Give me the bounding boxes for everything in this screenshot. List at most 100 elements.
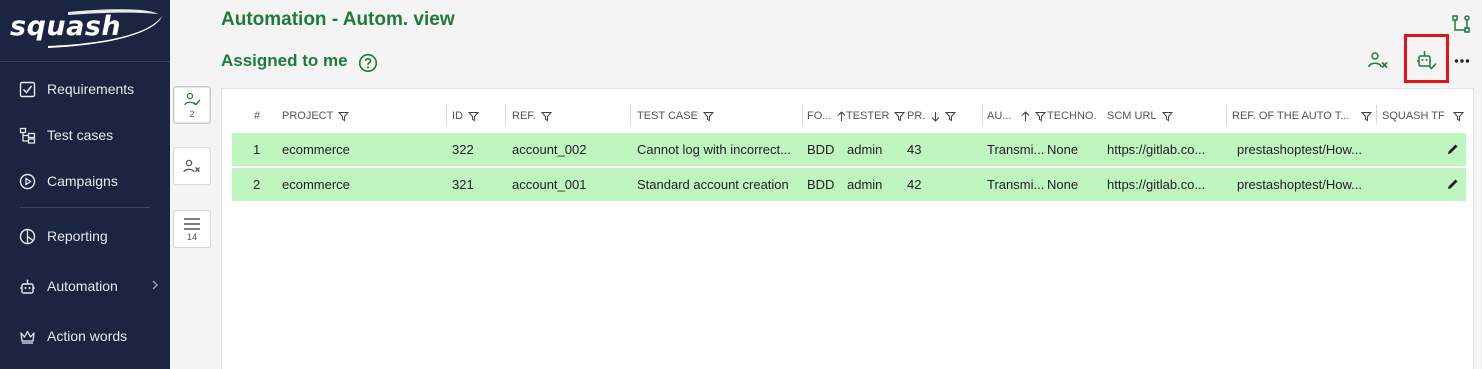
cell-id: 321 (452, 177, 474, 192)
sort-down-icon[interactable] (931, 111, 940, 122)
filter-icon[interactable] (338, 111, 350, 122)
filter-icon[interactable] (468, 111, 479, 122)
column-resizer[interactable] (505, 105, 506, 125)
unassign-button[interactable] (1366, 49, 1390, 73)
cell-scm-url: https://gitlab.co... (1107, 142, 1206, 157)
filter-icon[interactable] (1035, 111, 1047, 122)
squash-logo[interactable]: squash (8, 6, 162, 50)
user-check-icon (184, 92, 201, 106)
cell-automation-status: Transmi... (987, 177, 1045, 192)
col-header-format[interactable]: FO... (807, 109, 831, 123)
requirements-icon (17, 79, 37, 99)
sort-up-icon[interactable] (837, 110, 846, 122)
global-list-view-button[interactable]: 14 (173, 210, 211, 248)
cell-id: 322 (452, 142, 474, 157)
view-switcher: 2 14 (170, 0, 220, 369)
cell-ref: account_002 (512, 142, 587, 157)
user-x-icon (1368, 52, 1388, 69)
filter-icon[interactable] (945, 111, 957, 122)
sidebar-item-reporting[interactable]: Reporting (0, 218, 170, 254)
edit-icon[interactable] (1446, 142, 1460, 156)
col-header-tester[interactable]: TESTER (837, 109, 906, 123)
section-title: Assigned to me (221, 51, 348, 70)
campaigns-icon (17, 171, 37, 191)
sidebar-item-requirements[interactable]: Requirements (0, 71, 170, 107)
col-header-id[interactable]: ID (452, 109, 479, 123)
filter-icon[interactable] (540, 111, 552, 122)
user-x-icon (183, 159, 200, 173)
sidebar-item-test-cases[interactable]: Test cases (0, 117, 170, 153)
col-header-scm-url[interactable]: SCM URL (1107, 109, 1173, 123)
list-icon (184, 217, 200, 230)
crown-icon (17, 326, 37, 346)
chevron-right-icon (152, 280, 158, 290)
sort-up-icon[interactable] (1021, 110, 1030, 122)
sidebar-item-action-words[interactable]: Action words (0, 318, 170, 354)
col-header-squash-tf[interactable]: SQUASH TF (1382, 109, 1464, 123)
sidebar-item-label: Test cases (47, 127, 114, 143)
cell-scm-url: https://gitlab.co... (1107, 177, 1206, 192)
highlight-box (1404, 34, 1449, 83)
filter-icon[interactable] (1161, 111, 1173, 122)
cell-techno: None (1047, 177, 1079, 192)
cell-techno: None (1047, 142, 1079, 157)
sidebar-item-label: Automation (47, 278, 118, 294)
sidebar-item-label: Requirements (47, 81, 135, 97)
sidebar-item-automation[interactable]: Automation (0, 268, 170, 304)
edit-icon[interactable] (1446, 177, 1460, 191)
help-icon[interactable] (358, 53, 378, 73)
more-options-button[interactable] (1450, 49, 1474, 73)
logo-text: squash (10, 11, 122, 42)
assigned-count: 2 (189, 108, 195, 119)
column-resizer[interactable] (446, 105, 447, 125)
table-row[interactable]: 2 ecommerce 321 account_001 Standard acc… (232, 168, 1466, 201)
sidebar-item-label: Reporting (47, 228, 108, 244)
cell-project: ecommerce (282, 177, 350, 192)
cell-project: ecommerce (282, 142, 350, 157)
cell-number: 2 (253, 177, 261, 192)
page-title: Automation - Autom. view (221, 9, 455, 30)
filter-icon[interactable] (702, 111, 714, 122)
unassigned-view-button[interactable] (173, 147, 211, 185)
cell-format: BDD (807, 142, 835, 157)
filter-icon[interactable] (1361, 111, 1373, 122)
column-resizer[interactable] (1376, 105, 1377, 125)
cell-auto-test-ref: prestashoptest/How... (1237, 177, 1363, 192)
column-resizer[interactable] (982, 105, 983, 125)
filter-icon[interactable] (1452, 111, 1464, 122)
sidebar-item-campaigns[interactable]: Campaigns (0, 163, 170, 199)
workflow-icon[interactable] (1451, 14, 1471, 34)
sidebar-item-label: Action words (47, 328, 128, 344)
cell-test-case[interactable]: Standard account creation (637, 177, 805, 192)
cell-test-case[interactable]: Cannot log with incorrect... (637, 142, 805, 157)
reporting-icon (17, 226, 37, 246)
cell-priority: 43 (907, 142, 922, 157)
col-header-priority[interactable]: PR. (907, 109, 957, 123)
automation-table: # PROJECT ID REF. TEST CASE FO... TESTER… (221, 88, 1474, 369)
column-resizer[interactable] (802, 105, 803, 125)
col-header-automation-status[interactable]: AU... (987, 109, 1047, 123)
assigned-to-me-view-button[interactable]: 2 (173, 86, 211, 124)
sidebar-item-label: Campaigns (47, 173, 118, 189)
cell-priority: 42 (907, 177, 922, 192)
col-header-techno[interactable]: TECHNO. (1047, 109, 1097, 123)
column-resizer[interactable] (1226, 105, 1227, 125)
column-resizer[interactable] (630, 105, 631, 125)
col-header-test-case[interactable]: TEST CASE (637, 109, 714, 123)
list-count: 14 (186, 231, 197, 242)
col-header-project[interactable]: PROJECT (282, 109, 350, 123)
cell-tester: admin (847, 142, 883, 157)
scrollbar[interactable] (1474, 88, 1482, 369)
cell-number: 1 (253, 142, 261, 157)
nav-divider (20, 207, 150, 208)
col-header-ref[interactable]: REF. (512, 109, 552, 123)
test-cases-icon (17, 125, 37, 145)
table-row[interactable]: 1 ecommerce 322 account_002 Cannot log w… (232, 133, 1466, 166)
nav-divider (0, 61, 170, 62)
cell-auto-test-ref: prestashoptest/How... (1237, 142, 1363, 157)
cell-automation-status: Transmi... (987, 142, 1045, 157)
filter-icon[interactable] (894, 111, 906, 122)
cell-tester: admin (847, 177, 883, 192)
col-header-auto-test-ref[interactable]: REF. OF THE AUTO T... (1232, 109, 1373, 123)
col-header-number: # (254, 110, 261, 122)
